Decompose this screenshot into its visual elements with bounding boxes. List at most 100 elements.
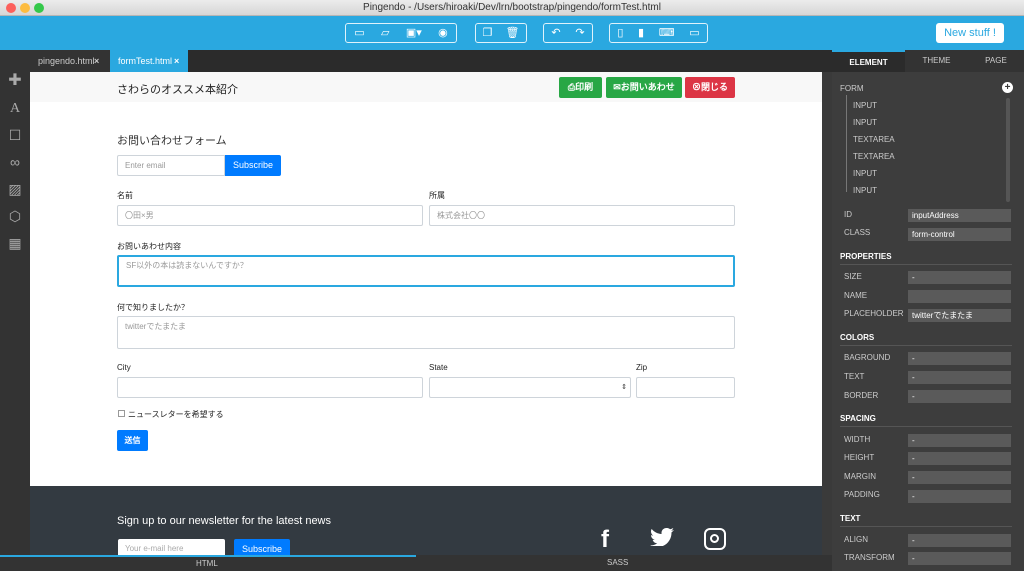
grid-icon[interactable]: ▦ <box>6 234 24 252</box>
city-input[interactable] <box>117 377 423 398</box>
facebook-icon[interactable]: f <box>601 526 609 554</box>
tree-item[interactable]: INPUT <box>853 169 877 178</box>
undo-icon[interactable]: ↶ <box>551 24 560 42</box>
main-toolbar: ▭ ▱ ▣▾ ◉ ❐ 🗑 ↶ ↷ ▯ ▮ ⌨ ▭ New stuff ! <box>0 16 1024 50</box>
inquiry-textarea[interactable]: SF以外の本は読まないんですか？ <box>117 255 735 287</box>
add-icon[interactable]: ✚ <box>6 72 24 90</box>
device-group: ▯ ▮ ⌨ ▭ <box>609 23 708 43</box>
form-title: お問い合わせフォーム <box>117 135 227 147</box>
transform-field[interactable]: - <box>908 552 1011 565</box>
add-element-icon[interactable]: + <box>1002 82 1013 93</box>
size-field[interactable]: - <box>908 271 1011 284</box>
zip-input[interactable] <box>636 377 735 398</box>
name-input[interactable]: 〇田×男 <box>117 205 423 226</box>
desktop-icon[interactable]: ▭ <box>689 24 699 42</box>
padding-field[interactable]: - <box>908 490 1011 503</box>
tree-item[interactable]: INPUT <box>853 186 877 195</box>
new-stuff-button[interactable]: New stuff ! <box>936 23 1004 43</box>
footer-subscribe-button[interactable]: Subscribe <box>234 539 290 555</box>
tree-root-form[interactable]: FORM <box>840 84 864 93</box>
close-button[interactable]: ⊗閉じる <box>685 77 735 98</box>
source-textarea[interactable]: twitterでたまたま <box>117 316 735 349</box>
close-label: 閉じる <box>701 82 729 92</box>
divider <box>840 426 1012 427</box>
laptop-icon[interactable]: ⌨ <box>659 24 675 42</box>
tab-element[interactable]: ELEMENT <box>832 50 905 72</box>
tab-pingendo[interactable]: pingendo.html × <box>30 50 110 72</box>
typography-icon[interactable]: A <box>6 100 24 118</box>
tab-formtest[interactable]: formTest.html × <box>110 50 188 72</box>
tree-item[interactable]: TEXTAREA <box>853 152 895 161</box>
height-field[interactable]: - <box>908 452 1011 465</box>
spacing-heading: SPACING <box>840 414 876 423</box>
id-field[interactable]: inputAddress <box>908 209 1011 222</box>
inquiry-label: お問いあわせ内容 <box>117 242 181 251</box>
placeholder-field[interactable]: twitterでたまたま <box>908 309 1011 322</box>
tab-label: formTest.html <box>118 56 173 66</box>
state-select[interactable]: ⇕ <box>429 377 631 398</box>
phone-icon[interactable]: ▯ <box>617 24 623 42</box>
duplicate-icon[interactable]: ❐ <box>483 24 493 42</box>
tab-html-label: HTML <box>196 559 218 568</box>
company-input[interactable]: 株式会社〇〇 <box>429 205 735 226</box>
class-label: CLASS <box>844 228 871 237</box>
save-icon[interactable]: ▣▾ <box>406 24 422 42</box>
preview-eye-icon[interactable]: ◉ <box>438 24 448 42</box>
new-file-icon[interactable]: ▭ <box>354 24 364 42</box>
close-circle-icon: ⊗ <box>691 82 701 92</box>
colors-heading: COLORS <box>840 333 875 342</box>
transform-label: TRANSFORM <box>844 553 895 562</box>
align-label: ALIGN <box>844 535 869 544</box>
subscribe-button[interactable]: Subscribe <box>225 155 281 176</box>
image-icon[interactable]: ▨ <box>6 180 24 198</box>
class-field[interactable]: form-control <box>908 228 1011 241</box>
print-button[interactable]: ⎙印刷 <box>559 77 602 98</box>
trash-icon[interactable]: 🗑 <box>505 24 519 42</box>
edit-group: ❐ 🗑 <box>475 23 527 43</box>
tablet-icon[interactable]: ▮ <box>638 24 644 42</box>
background-label: BAGROUND <box>844 353 891 362</box>
align-field[interactable]: - <box>908 534 1011 547</box>
divider <box>840 264 1012 265</box>
background-field[interactable]: - <box>908 352 1011 365</box>
brand-title[interactable]: さわらのオススメ本紹介 <box>117 81 238 97</box>
tree-item[interactable]: INPUT <box>853 101 877 110</box>
tab-close-icon[interactable]: × <box>94 50 99 72</box>
width-field[interactable]: - <box>908 434 1011 447</box>
border-label: BORDER <box>844 391 879 400</box>
tab-html[interactable]: HTML <box>0 555 416 571</box>
footer-title: Sign up to our newsletter for the latest… <box>117 515 332 527</box>
redo-icon[interactable]: ↷ <box>575 24 584 42</box>
open-folder-icon[interactable]: ▱ <box>381 24 389 42</box>
subscribe-email-input[interactable]: Enter email <box>117 155 225 176</box>
twitter-icon[interactable] <box>650 528 674 547</box>
submit-button[interactable]: 送信 <box>117 430 148 451</box>
design-canvas[interactable]: さわらのオススメ本紹介 ⎙印刷 ✉お問いあわせ ⊗閉じる お問い合わせフォーム … <box>30 72 822 555</box>
padding-label: PADDING <box>844 490 880 499</box>
state-label: State <box>429 363 448 372</box>
link-icon[interactable]: ∞ <box>6 153 24 171</box>
border-field[interactable]: - <box>908 390 1011 403</box>
margin-field[interactable]: - <box>908 471 1011 484</box>
canvas-scrollbar[interactable] <box>822 72 832 555</box>
size-label: SIZE <box>844 272 862 281</box>
text-color-field[interactable]: - <box>908 371 1011 384</box>
name-label: 名前 <box>117 191 133 200</box>
name-field[interactable] <box>908 290 1011 303</box>
tree-item[interactable]: TEXTAREA <box>853 135 895 144</box>
newsletter-checkbox[interactable] <box>118 410 125 417</box>
page-navbar: さわらのオススメ本紹介 ⎙印刷 ✉お問いあわせ ⊗閉じる <box>30 72 822 102</box>
company-label: 所属 <box>429 191 445 200</box>
tree-scrollbar[interactable] <box>1006 98 1010 202</box>
cube-icon[interactable]: ⬡ <box>6 207 24 225</box>
tab-theme[interactable]: THEME <box>905 50 968 72</box>
tree-item[interactable]: INPUT <box>853 118 877 127</box>
footer-email-input[interactable]: Your e-mail here <box>118 539 225 555</box>
tab-label: pingendo.html <box>38 56 95 66</box>
contact-button[interactable]: ✉お問いあわせ <box>606 77 682 98</box>
instagram-icon[interactable] <box>704 528 726 550</box>
box-icon[interactable]: ☐ <box>6 126 24 144</box>
tab-page[interactable]: PAGE <box>968 50 1024 72</box>
tab-sass[interactable]: SASS <box>416 555 832 571</box>
tab-close-icon[interactable]: × <box>174 50 179 72</box>
